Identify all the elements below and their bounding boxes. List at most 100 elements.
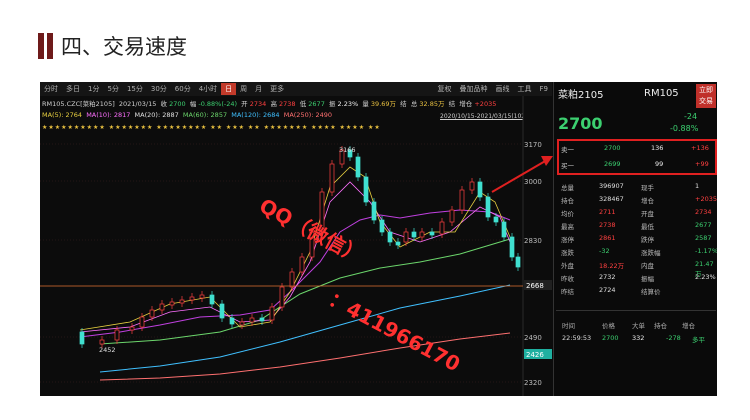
y-tick-2830: 2830 [524, 237, 542, 245]
stats-value: 2587 [695, 234, 712, 242]
candle-body [329, 163, 335, 193]
y-tick-3170: 3170 [524, 141, 542, 149]
stats-row: 持仓 328467 增仓 +2035 [559, 195, 717, 205]
stats-value: 2734 [695, 208, 712, 216]
stats-label: 昨结 [561, 288, 574, 296]
title-marker [47, 33, 53, 59]
candle-body [179, 299, 185, 304]
stats-label: 跌停 [641, 236, 654, 244]
stats-row: 昨结 2724 结算价 [559, 286, 715, 296]
tick-price: 2700 [602, 334, 619, 342]
candles-group [79, 146, 521, 348]
candle-body [493, 216, 499, 223]
candle-body [149, 309, 155, 318]
candle-body [259, 317, 265, 322]
high-annotation: 3166 [339, 146, 356, 154]
candle-body [379, 219, 385, 233]
tick-type: 多平 [692, 336, 705, 344]
candle-body [299, 256, 305, 273]
candle-body [395, 241, 401, 246]
buy1-vol: 99 [655, 160, 664, 168]
candle-body [129, 326, 135, 331]
stats-value: 2732 [599, 273, 616, 281]
stats-label: 外盘 [561, 262, 574, 270]
candle-body [363, 176, 369, 203]
contract-name: 菜粕2105 [558, 90, 604, 101]
price-change-pct: -0.88% [670, 124, 699, 133]
buy1-diff: +99 [695, 160, 709, 168]
sell1-price: 2700 [604, 144, 621, 152]
sell1-row: 卖一 2700 136 +136 [559, 144, 715, 154]
candlestick-chart[interactable]: 3166 2452 3170 3000 2830 2668 2490 2426 … [40, 82, 553, 396]
low-annotation: 2452 [99, 346, 116, 354]
y-tick-2426: 2426 [526, 351, 544, 359]
stats-label: 增仓 [641, 197, 654, 205]
stats-value: 2738 [599, 221, 616, 229]
stats-value: 2861 [599, 234, 616, 242]
y-tick-2490: 2490 [524, 334, 542, 342]
candle-body [469, 181, 475, 191]
stats-value: 2.23% [695, 273, 716, 281]
stats-label: 开盘 [641, 210, 654, 218]
watermark-line2: ：411966170 [325, 287, 465, 376]
candle-body [114, 329, 120, 341]
candle-body [515, 256, 521, 268]
y-tick-3000: 3000 [524, 178, 542, 186]
last-price: 2700 [558, 114, 603, 133]
candle-body [289, 271, 295, 288]
stats-label: 振幅 [641, 275, 654, 283]
candle-body [387, 231, 393, 243]
candle-body [509, 236, 515, 258]
divider [556, 310, 716, 311]
candle-body [99, 339, 105, 345]
candle-body [209, 294, 215, 305]
y-tick-2668: 2668 [526, 282, 544, 290]
stats-value: 1 [695, 182, 700, 190]
candle-body [279, 286, 285, 308]
stats-row: 最高 2738 最低 2677 [559, 221, 715, 231]
stats-value: 2724 [599, 286, 616, 294]
stats-row: 总量 396907 现手 1 [559, 182, 715, 192]
stats-value: 2711 [599, 208, 616, 216]
stats-label: 涨停 [561, 236, 574, 244]
slide-title-text: 四、交易速度 [61, 35, 187, 59]
ticks-col-time: 时间 [562, 322, 575, 330]
stats-label: 持仓 [561, 197, 574, 205]
trade-now-label: 立即 交易 [699, 86, 713, 105]
ma60-line [99, 238, 511, 345]
candle-body [189, 296, 195, 301]
stats-row: 均价 2711 开盘 2734 [559, 208, 715, 218]
contract-code: RM105 [644, 88, 679, 99]
candle-body [411, 231, 417, 238]
candle-body [219, 303, 225, 319]
candle-body [485, 196, 491, 218]
candle-body [459, 189, 465, 211]
ticks-col-bigorder: 大单 [632, 322, 645, 330]
buy1-row: 买一 2699 99 +99 [559, 160, 715, 170]
trading-screenshot: 分时 多日 1分 5分 15分 30分 60分 4小时 日 周 月 更多 复权 … [40, 82, 717, 396]
candle-body [159, 303, 165, 311]
stats-value: +2035 [695, 195, 717, 203]
tick-vol: 332 [632, 334, 645, 342]
stats-value: -32 [599, 247, 610, 255]
ticks-col-chg: 增仓 [682, 322, 695, 330]
sell1-vol: 136 [651, 144, 664, 152]
candle-body [419, 231, 425, 238]
candle-body [169, 301, 175, 306]
sell1-diff: +136 [691, 144, 709, 152]
trade-now-button[interactable]: 立即 交易 [696, 84, 716, 108]
stats-value: 18.22万 [599, 262, 625, 270]
y-tick-2320: 2320 [524, 379, 542, 387]
stats-label: 结算价 [641, 288, 661, 296]
candle-body [371, 201, 377, 221]
candle-body [229, 317, 235, 325]
candle-body [269, 306, 275, 321]
stats-label: 均价 [561, 210, 574, 218]
candle-body [139, 316, 145, 328]
stats-row: 外盘 18.22万 内盘 21.47万 [559, 260, 715, 278]
stats-value: 328467 [599, 195, 624, 203]
stats-value: -1.17% [695, 247, 717, 255]
ticks-col-price: 价格 [602, 322, 615, 330]
stats-row: 昨收 2732 振幅 2.23% [559, 273, 716, 283]
ma5-line [79, 166, 511, 331]
